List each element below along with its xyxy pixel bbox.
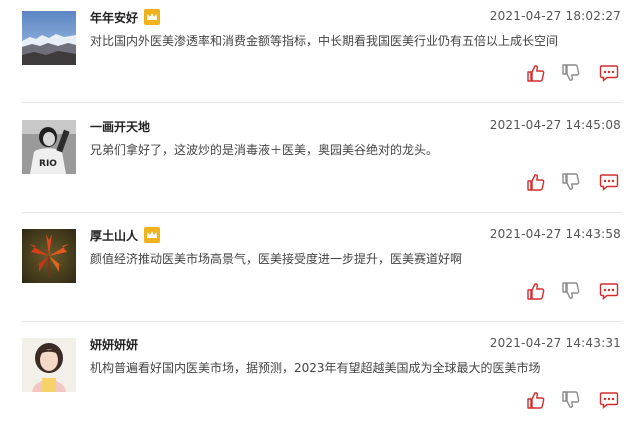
reply-button[interactable]: [599, 390, 619, 410]
vip-crown-icon: [144, 227, 161, 243]
comment-bubble-icon: [599, 392, 619, 410]
svg-text:RIO: RIO: [39, 159, 57, 169]
comment-item: 年年安好 2021-04-27 18:02:27 对比国内外医美渗透率和消费金额…: [0, 0, 630, 108]
like-button[interactable]: [526, 390, 546, 410]
dislike-button[interactable]: [561, 390, 581, 410]
username[interactable]: 一画开天地: [90, 118, 150, 135]
like-button[interactable]: [526, 281, 546, 301]
avatar[interactable]: [22, 11, 76, 65]
comment-text: 对比国内外医美渗透率和消费金额等指标，中长期看我国医美行业仍有五倍以上成长空间: [90, 34, 559, 48]
divider: [22, 102, 622, 103]
vip-crown-icon: [144, 9, 161, 25]
divider: [22, 212, 622, 213]
thumbs-up-icon: [527, 174, 545, 191]
username-label[interactable]: 年年安好: [90, 11, 138, 25]
like-button[interactable]: [526, 63, 546, 83]
username[interactable]: 妍妍妍妍: [90, 336, 138, 353]
timestamp: 2021-04-27 18:02:27: [489, 9, 621, 23]
comment-item: 妍妍妍妍 2021-04-27 14:43:31 机构普遍看好国内医美市场，据预…: [0, 327, 630, 435]
thumbs-up-icon: [527, 283, 545, 300]
comment-text: 兄弟们拿好了，这波炒的是消毒液＋医美，奥园美谷绝对的龙头。: [90, 143, 439, 157]
avatar[interactable]: [22, 338, 76, 392]
username-label[interactable]: 厚土山人: [90, 229, 138, 243]
avatar[interactable]: RIO: [22, 120, 76, 174]
timestamp: 2021-04-27 14:45:08: [489, 118, 621, 132]
comment-bubble-icon: [599, 174, 619, 192]
thumbs-down-icon: [562, 173, 580, 190]
comment-item: 厚土山人 2021-04-27 14:43:58 颜值经济推动医美市场高景气，医…: [0, 218, 630, 326]
username[interactable]: 年年安好: [90, 9, 161, 26]
username-label[interactable]: 一画开天地: [90, 120, 150, 134]
username[interactable]: 厚土山人: [90, 227, 161, 244]
timestamp: 2021-04-27 14:43:58: [489, 227, 621, 241]
avatar[interactable]: [22, 229, 76, 283]
reply-button[interactable]: [599, 172, 619, 192]
reply-button[interactable]: [599, 63, 619, 83]
comment-item: RIO 一画开天地 2021-04-27 14:45:08 兄弟们拿好了，这波炒…: [0, 109, 630, 217]
comment-bubble-icon: [599, 283, 619, 301]
thumbs-down-icon: [562, 64, 580, 81]
comment-bubble-icon: [599, 65, 619, 83]
thumbs-up-icon: [527, 65, 545, 82]
thumbs-down-icon: [562, 282, 580, 299]
dislike-button[interactable]: [561, 281, 581, 301]
thumbs-down-icon: [562, 391, 580, 408]
dislike-button[interactable]: [561, 172, 581, 192]
comment-text: 机构普遍看好国内医美市场，据预测，2023年有望超越美国成为全球最大的医美市场: [90, 361, 541, 375]
reply-button[interactable]: [599, 281, 619, 301]
comment-text: 颜值经济推动医美市场高景气，医美接受度进一步提升，医美赛道好啊: [90, 252, 463, 266]
username-label[interactable]: 妍妍妍妍: [90, 338, 138, 352]
dislike-button[interactable]: [561, 63, 581, 83]
like-button[interactable]: [526, 172, 546, 192]
thumbs-up-icon: [527, 392, 545, 409]
divider: [22, 321, 622, 322]
timestamp: 2021-04-27 14:43:31: [489, 336, 621, 350]
